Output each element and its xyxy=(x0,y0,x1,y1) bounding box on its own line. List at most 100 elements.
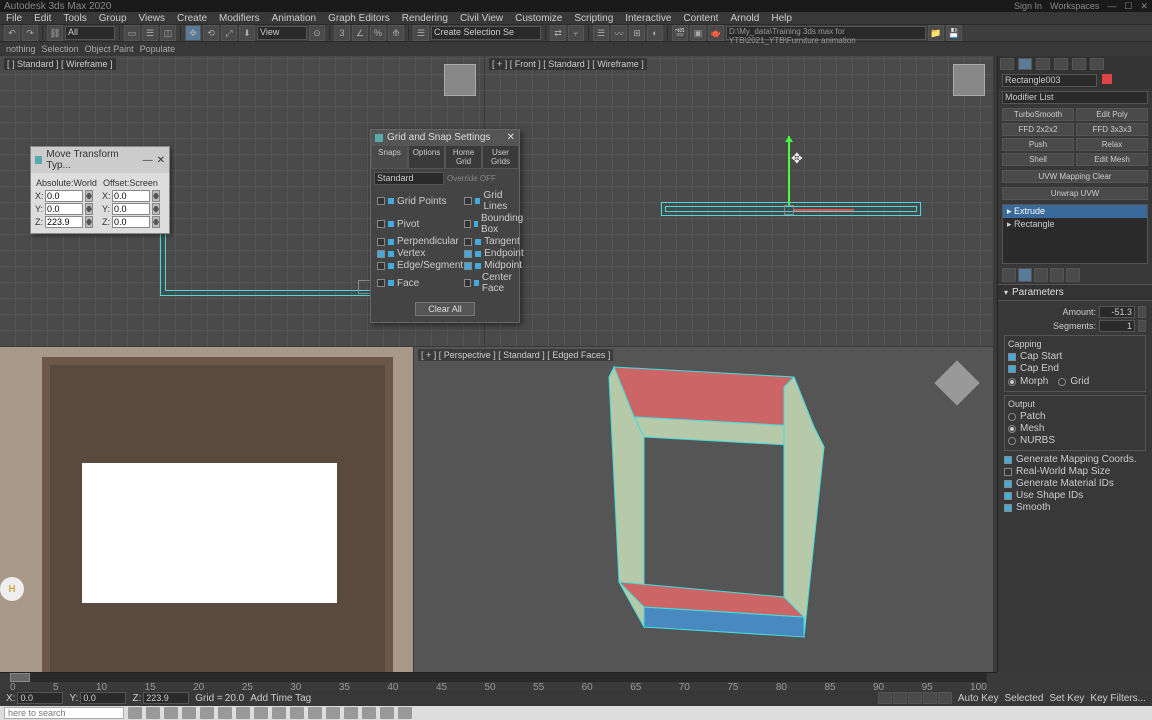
snap-Endpoint[interactable]: Endpoint xyxy=(464,248,526,259)
rib-selection[interactable]: Selection xyxy=(42,44,79,54)
taskbar-app-icon[interactable] xyxy=(362,707,376,719)
spinner[interactable] xyxy=(85,190,93,202)
renderframe-icon[interactable]: ▣ xyxy=(690,25,706,41)
open-icon[interactable]: 📁 xyxy=(928,25,944,41)
snap-Grid Lines[interactable]: Grid Lines xyxy=(464,190,526,212)
x-axis-handle-fr[interactable] xyxy=(794,209,854,211)
spinsnap-icon[interactable]: ⟰ xyxy=(388,25,404,41)
abs-y[interactable] xyxy=(45,203,83,215)
spinner[interactable] xyxy=(1138,306,1146,318)
menu-tools[interactable]: Tools xyxy=(63,13,86,24)
taskbar-search[interactable]: here to search xyxy=(4,707,124,719)
render-icon[interactable]: 🫖 xyxy=(708,25,724,41)
mod-btn-FFD 2x2x2[interactable]: FFD 2x2x2 xyxy=(1002,123,1074,136)
hierarchy-tab-icon[interactable] xyxy=(1036,58,1050,70)
refcoord[interactable]: View xyxy=(257,26,307,40)
menu-rendering[interactable]: Rendering xyxy=(402,13,448,24)
taskbar-app-icon[interactable] xyxy=(272,707,286,719)
pivot-icon[interactable]: ⊙ xyxy=(309,25,325,41)
menu-arnold[interactable]: Arnold xyxy=(730,13,759,24)
snap-Vertex[interactable]: Vertex xyxy=(377,248,463,259)
morph-radio[interactable] xyxy=(1008,378,1016,386)
genmat-check[interactable] xyxy=(1004,480,1012,488)
layer-icon[interactable]: ☰ xyxy=(593,25,609,41)
taskbar-app-icon[interactable] xyxy=(398,707,412,719)
status-y[interactable] xyxy=(80,692,126,704)
rib-nothing[interactable]: nothing xyxy=(6,44,36,54)
mesh-radio[interactable] xyxy=(1008,425,1016,433)
material-icon[interactable]: ◐ xyxy=(647,25,663,41)
menu-file[interactable]: File xyxy=(6,13,22,24)
align-icon[interactable]: ⫟ xyxy=(568,25,584,41)
redo-icon[interactable]: ↷ xyxy=(22,25,38,41)
setkey[interactable]: Set Key xyxy=(1049,693,1084,704)
keyfilters[interactable]: Key Filters... xyxy=(1090,693,1146,704)
snap-Midpoint[interactable]: Midpoint xyxy=(464,260,526,271)
nurbs-radio[interactable] xyxy=(1008,437,1016,445)
scale-icon[interactable]: ⤢ xyxy=(221,25,237,41)
remove-mod-icon[interactable] xyxy=(1050,268,1064,282)
smooth-check[interactable] xyxy=(1004,504,1012,512)
vp-top-label[interactable]: [ ] Standard ] [ Wireframe ] xyxy=(4,58,116,70)
taskbar-app-icon[interactable] xyxy=(254,707,268,719)
stack-Rectangle[interactable]: ▸ Rectangle xyxy=(1003,218,1147,231)
move-gizmo-fr[interactable] xyxy=(784,205,794,215)
menu-customize[interactable]: Customize xyxy=(515,13,562,24)
show-end-icon[interactable] xyxy=(1018,268,1032,282)
namesel-icon[interactable]: ☰ xyxy=(413,25,429,41)
dlg-min-icon[interactable]: — xyxy=(143,155,153,166)
link-icon[interactable]: ⛓ xyxy=(47,25,63,41)
menu-interactive[interactable]: Interactive xyxy=(625,13,671,24)
autokey[interactable]: Auto Key xyxy=(958,693,999,704)
tab-snaps[interactable]: Snaps xyxy=(371,145,408,169)
menu-create[interactable]: Create xyxy=(177,13,207,24)
snap-Edge/Segment[interactable]: Edge/Segment xyxy=(377,260,463,271)
snap-icon[interactable]: 3 xyxy=(334,25,350,41)
realworld-check[interactable] xyxy=(1004,468,1012,476)
createselset[interactable]: Create Selection Se xyxy=(431,26,541,40)
next-frame-icon[interactable] xyxy=(923,692,937,704)
snap-Pivot[interactable]: Pivot xyxy=(377,213,463,235)
taskbar-app-icon[interactable] xyxy=(200,707,214,719)
pctsnap-icon[interactable]: % xyxy=(370,25,386,41)
workspaces[interactable]: Workspaces xyxy=(1050,1,1099,11)
snap-Bounding Box[interactable]: Bounding Box xyxy=(464,213,526,235)
menu-grapheditors[interactable]: Graph Editors xyxy=(328,13,390,24)
rib-objpaint[interactable]: Object Paint xyxy=(85,44,134,54)
taskbar-app-icon[interactable] xyxy=(308,707,322,719)
play-icon[interactable] xyxy=(908,692,922,704)
time-thumb[interactable] xyxy=(10,673,30,682)
undo-icon[interactable]: ↶ xyxy=(4,25,20,41)
taskbar-app-icon[interactable] xyxy=(146,707,160,719)
snap-Grid Points[interactable]: Grid Points xyxy=(377,190,463,212)
mod-btn-Edit Mesh[interactable]: Edit Mesh xyxy=(1076,153,1148,166)
unique-icon[interactable] xyxy=(1034,268,1048,282)
menu-modifiers[interactable]: Modifiers xyxy=(219,13,260,24)
mirror-icon[interactable]: ⇄ xyxy=(550,25,566,41)
grid-radio[interactable] xyxy=(1058,378,1066,386)
abs-x[interactable] xyxy=(45,190,83,202)
taskbar-app-icon[interactable] xyxy=(218,707,232,719)
menu-views[interactable]: Views xyxy=(139,13,166,24)
taskbar-app-icon[interactable] xyxy=(182,707,196,719)
viewcube-tl[interactable] xyxy=(444,64,476,96)
move-icon[interactable]: ✥ xyxy=(185,25,201,41)
off-x[interactable] xyxy=(112,190,150,202)
menu-help[interactable]: Help xyxy=(771,13,792,24)
goto-start-icon[interactable] xyxy=(878,692,892,704)
off-z[interactable] xyxy=(112,216,150,228)
snap-Face[interactable]: Face xyxy=(377,272,463,294)
snap-Center Face[interactable]: Center Face xyxy=(464,272,526,294)
add-time-tag[interactable]: Add Time Tag xyxy=(250,693,311,704)
place-icon[interactable]: ⬇ xyxy=(239,25,255,41)
snap-Tangent[interactable]: Tangent xyxy=(464,236,526,247)
pin-icon[interactable] xyxy=(1002,268,1016,282)
min-icon[interactable]: — xyxy=(1107,1,1116,11)
schematic-icon[interactable]: ⊞ xyxy=(629,25,645,41)
snap-standard[interactable]: Standard xyxy=(374,172,444,185)
taskbar-app-icon[interactable] xyxy=(380,707,394,719)
motion-tab-icon[interactable] xyxy=(1054,58,1068,70)
create-tab-icon[interactable] xyxy=(1000,58,1014,70)
utilities-tab-icon[interactable] xyxy=(1090,58,1104,70)
menu-content[interactable]: Content xyxy=(683,13,718,24)
